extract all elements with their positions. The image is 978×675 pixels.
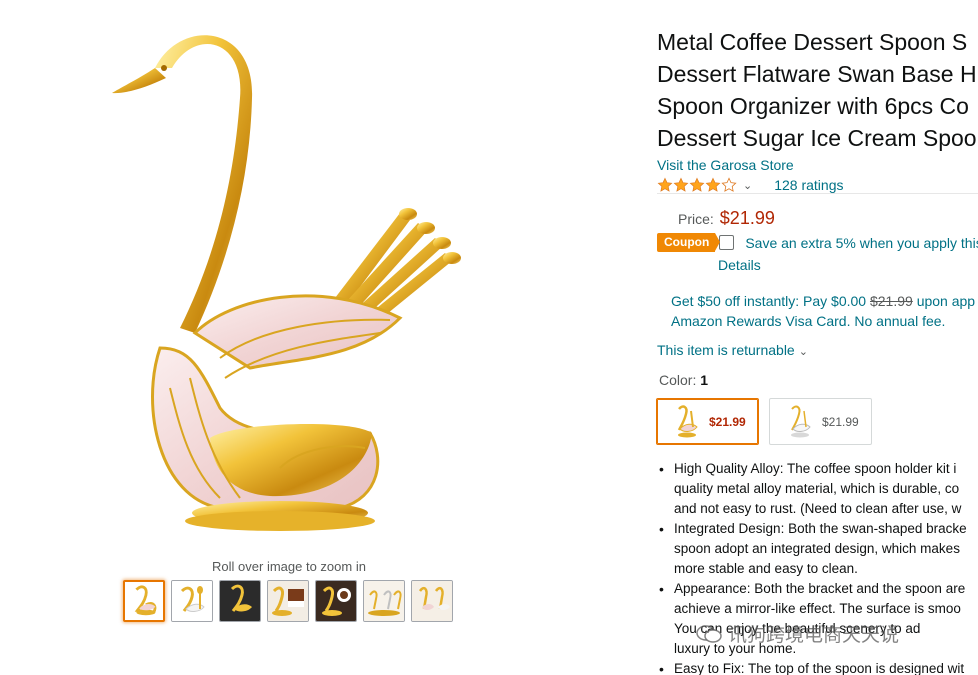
ratings-count-link[interactable]: 128 ratings <box>774 177 843 193</box>
swan-dark-thumbnail-icon <box>220 581 260 621</box>
bullet-item: High Quality Alloy: The coffee spoon hol… <box>657 459 978 519</box>
title-line: Dessert Flatware Swan Base H <box>657 61 977 87</box>
price-value: $21.99 <box>719 208 775 228</box>
returnable-text: This item is returnable <box>657 342 795 358</box>
bullet-item: Appearance: Both the bracket and the spo… <box>657 579 978 659</box>
price-row: Price: $21.99 <box>678 208 775 229</box>
color-label: Color: 1 <box>659 372 708 388</box>
swatch-price: $21.99 <box>709 414 746 429</box>
coupon-badge: Coupon <box>657 233 721 252</box>
bullet-line: achieve a mirror-like effect. The surfac… <box>674 601 961 616</box>
thumbnail-7[interactable] <box>411 580 453 622</box>
bullet-item: Integrated Design: Both the swan-shaped … <box>657 519 978 579</box>
bullet-line: Integrated Design: Both the swan-shaped … <box>674 521 967 536</box>
bullet-line: more stable and easy to clean. <box>674 561 858 576</box>
swatch-1[interactable]: $21.99 <box>656 398 759 445</box>
swan-dessert-thumbnail-icon <box>268 581 308 621</box>
divider <box>657 193 978 194</box>
thumbnail-strip <box>123 580 453 622</box>
bullet-line: quality metal alloy material, which is d… <box>674 481 960 496</box>
star-rating[interactable] <box>657 177 737 193</box>
swan-thumbnail-icon <box>125 582 163 620</box>
title-line: Metal Coffee Dessert Spoon S <box>657 29 968 55</box>
star-full-icon <box>705 177 721 192</box>
wechat-logo-icon <box>696 624 722 643</box>
bullet-line: High Quality Alloy: The coffee spoon hol… <box>674 461 957 476</box>
card-offer[interactable]: Get $50 off instantly: Pay $0.00 $21.99 … <box>671 291 978 331</box>
swan-variants-thumbnail-icon <box>364 581 404 621</box>
card-offer-line-1: Get $50 off instantly: Pay $0.00 $21.99 … <box>671 291 978 311</box>
product-title: Metal Coffee Dessert Spoon S Dessert Fla… <box>657 26 978 154</box>
swan-pair-thumbnail-icon <box>412 581 452 621</box>
thumbnail-1[interactable] <box>123 580 165 622</box>
coupon-details-link[interactable]: Details <box>718 257 761 273</box>
product-info: Metal Coffee Dessert Spoon S Dessert Fla… <box>657 26 978 195</box>
thumbnail-4[interactable] <box>267 580 309 622</box>
returnable-link[interactable]: This item is returnable ⌄ <box>657 342 808 358</box>
color-value: 1 <box>700 372 709 388</box>
star-full-icon <box>657 177 673 192</box>
chevron-down-icon: ⌄ <box>798 346 808 358</box>
store-link[interactable]: Visit the Garosa Store <box>657 157 978 173</box>
swatch-2[interactable]: $21.99 <box>769 398 872 445</box>
bullet-line: and not easy to rust. (Need to clean aft… <box>674 501 962 516</box>
bullet-item: Easy to Fix: The top of the spoon is des… <box>657 659 978 675</box>
color-label-text: Color: <box>659 372 701 388</box>
title-line: Spoon Organizer with 6pcs Co <box>657 93 969 119</box>
price-label: Price: <box>678 211 714 227</box>
color-swatches: $21.99 $21.99 <box>656 398 872 445</box>
zoom-hint: Roll over image to zoom in <box>212 559 366 574</box>
watermark: 讯狗跨境电商天天说 <box>696 620 899 647</box>
swan-coffee-thumbnail-icon <box>316 581 356 621</box>
bullet-line: Easy to Fix: The top of the spoon is des… <box>674 661 965 675</box>
star-full-icon <box>673 177 689 192</box>
swan-spoon-holder-image <box>112 35 461 531</box>
card-offer-strike-price: $21.99 <box>869 293 913 309</box>
bullet-line: spoon adopt an integrated design, which … <box>674 541 960 556</box>
rating-row: ⌄ 128 ratings <box>657 175 978 195</box>
swan-white-thumbnail-icon <box>172 581 212 621</box>
chevron-down-icon[interactable]: ⌄ <box>743 179 752 192</box>
card-offer-prefix: Get $50 off instantly: Pay $0.00 <box>671 293 870 309</box>
main-product-image[interactable] <box>100 28 480 552</box>
swan-white-swatch-icon <box>791 405 811 437</box>
watermark-text: 讯狗跨境电商天天说 <box>728 625 900 646</box>
thumbnail-5[interactable] <box>315 580 357 622</box>
thumbnail-2[interactable] <box>171 580 213 622</box>
thumbnail-6[interactable] <box>363 580 405 622</box>
swan-gold-swatch-icon <box>677 404 698 437</box>
bullet-line: Appearance: Both the bracket and the spo… <box>674 581 966 596</box>
star-full-icon <box>689 177 705 192</box>
card-offer-suffix: upon app <box>912 293 976 309</box>
coupon-row: Coupon Save an extra 5% when you apply t… <box>657 233 978 252</box>
card-offer-line-2: Amazon Rewards Visa Card. No annual fee. <box>671 313 946 329</box>
coupon-checkbox[interactable] <box>719 235 735 250</box>
title-line: Dessert Sugar Ice Cream Spoo <box>657 125 977 151</box>
swatch-price: $21.99 <box>822 414 859 429</box>
thumbnail-3[interactable] <box>219 580 261 622</box>
star-empty-icon <box>721 177 737 192</box>
coupon-text[interactable]: Save an extra 5% when you apply this <box>745 235 978 251</box>
